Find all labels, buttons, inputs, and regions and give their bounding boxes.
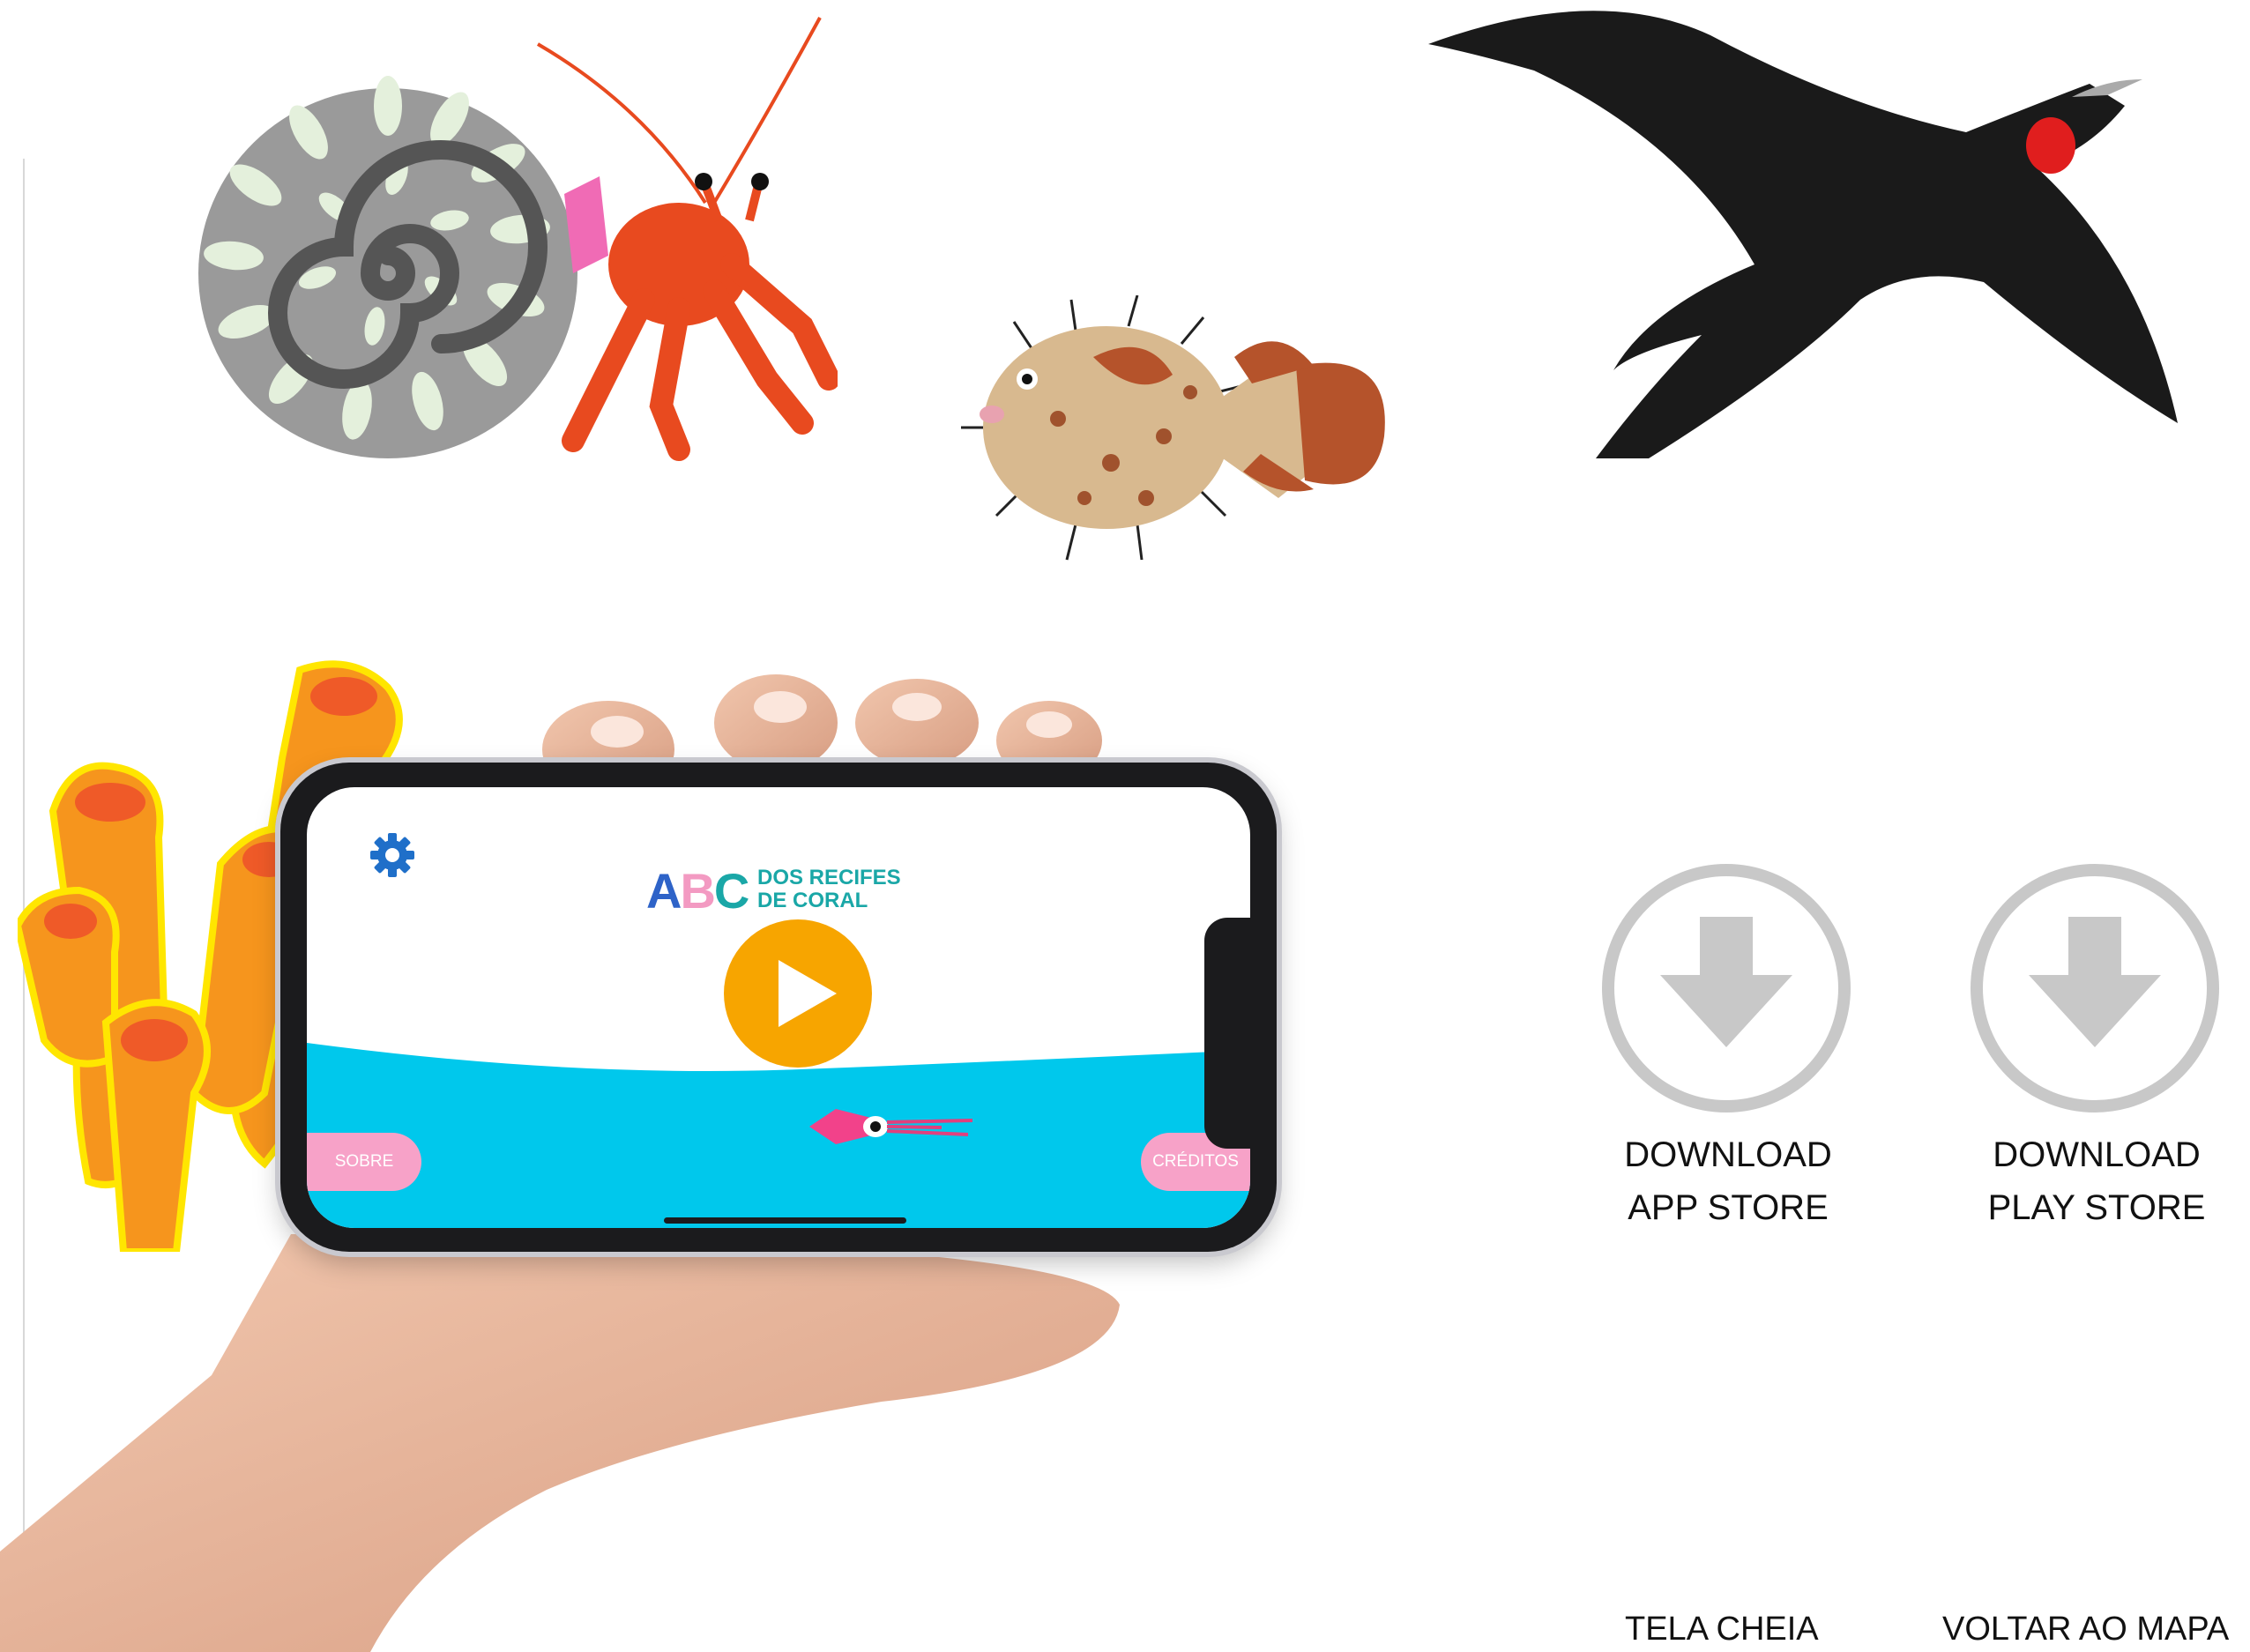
logo-letters: ABC bbox=[646, 858, 749, 924]
play-icon bbox=[779, 960, 837, 1027]
back-to-map-button[interactable]: VOLTAR AO MAPA bbox=[1942, 1609, 2229, 1649]
app-store-download-link[interactable]: DOWNLOAD APP STORE bbox=[1578, 1128, 1878, 1234]
logo-tagline-line2: DE CORAL bbox=[757, 889, 868, 912]
logo-letter-b: B bbox=[680, 863, 715, 919]
play-button[interactable] bbox=[724, 919, 872, 1068]
sea-wave-background bbox=[307, 1043, 1250, 1228]
play-store-download-line2: PLAY STORE bbox=[1987, 1188, 2206, 1227]
play-store-download-line1: DOWNLOAD bbox=[1993, 1135, 2201, 1174]
play-store-download-icon[interactable] bbox=[1969, 862, 2221, 1114]
logo-tagline-line1: DOS RECIFES bbox=[757, 866, 901, 889]
pufferfish-illustration bbox=[961, 295, 1385, 561]
play-store-download-link[interactable]: DOWNLOAD PLAY STORE bbox=[1947, 1128, 2246, 1234]
hermit-crab-illustration bbox=[198, 17, 838, 461]
frigatebird-illustration bbox=[1428, 11, 2178, 458]
logo-letter-c: C bbox=[713, 863, 749, 919]
app-store-download-line2: APP STORE bbox=[1628, 1188, 1829, 1227]
gear-icon[interactable] bbox=[369, 831, 416, 879]
logo-letter-a: A bbox=[646, 863, 682, 919]
about-button[interactable]: SOBRE bbox=[307, 1133, 421, 1191]
fullscreen-button[interactable]: TELA CHEIA bbox=[1625, 1609, 1819, 1649]
phone-notch bbox=[1204, 918, 1250, 1149]
home-indicator bbox=[664, 1217, 906, 1224]
squid-illustration bbox=[809, 1109, 973, 1144]
app-screen: ABC DOS RECIFES DE CORAL SOBRE CRÉDITOS bbox=[307, 787, 1250, 1228]
phone-mockup: ABC DOS RECIFES DE CORAL SOBRE CRÉDITOS bbox=[280, 763, 1277, 1252]
app-store-download-icon[interactable] bbox=[1600, 862, 1852, 1114]
app-logo: ABC DOS RECIFES DE CORAL bbox=[646, 858, 928, 924]
app-store-download-line1: DOWNLOAD bbox=[1624, 1135, 1832, 1174]
